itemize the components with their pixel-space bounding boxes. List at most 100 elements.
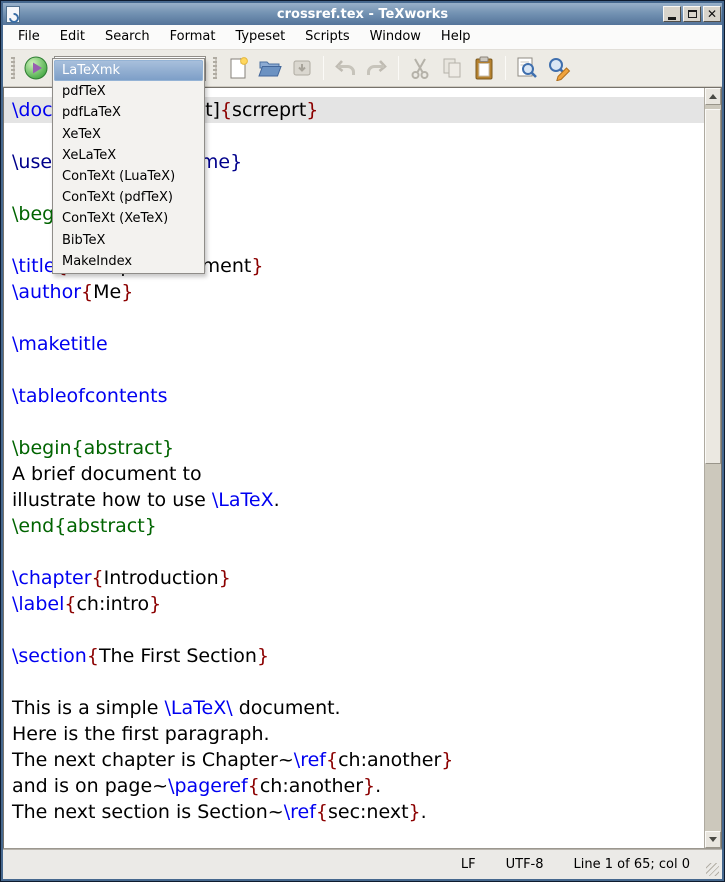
cursor-position-indicator: Line 1 of 65; col 0	[574, 857, 690, 872]
search-icon	[514, 55, 540, 81]
undo-button	[329, 53, 361, 83]
typeset-run-button[interactable]	[20, 53, 52, 83]
engine-option-pdflatex[interactable]: pdfLaTeX	[54, 102, 203, 123]
editor-line: \maketitle	[4, 331, 704, 357]
code-segment: {	[326, 749, 338, 771]
window-title: crossref.tex - TeXworks	[3, 7, 722, 22]
editor-line	[4, 539, 704, 565]
editor-line: A brief document to	[4, 461, 704, 487]
engine-option-xelatex[interactable]: XeLaTeX	[54, 145, 203, 166]
code-segment: }	[149, 593, 161, 615]
menu-item-scripts[interactable]: Scripts	[295, 26, 359, 48]
engine-option-context-xetex[interactable]: ConTeXt (XeTeX)	[54, 208, 203, 229]
menu-item-window[interactable]: Window	[360, 26, 431, 48]
code-segment: scrreprt	[232, 99, 306, 121]
code-segment: \tableofcontents	[12, 385, 167, 407]
code-segment: }	[363, 775, 375, 797]
engine-option-context-pdftex[interactable]: ConTeXt (pdfTeX)	[54, 187, 203, 208]
scroll-down-button[interactable]	[705, 831, 721, 848]
code-segment: ch:another	[260, 775, 363, 797]
editor-line	[4, 617, 704, 643]
titlebar[interactable]: crossref.tex - TeXworks ✕	[3, 3, 722, 25]
code-segment: Introduction	[104, 567, 219, 589]
menu-item-edit[interactable]: Edit	[50, 26, 95, 48]
toolbar-grip[interactable]	[213, 57, 217, 79]
engine-option-makeindex[interactable]: MakeIndex	[54, 251, 203, 272]
editor-line: \end{abstract}	[4, 513, 704, 539]
editor-line: and is on page~\pageref{ch:another}.	[4, 773, 704, 799]
menu-item-format[interactable]: Format	[160, 26, 226, 48]
code-segment: }	[257, 645, 269, 667]
play-icon	[23, 55, 49, 81]
arrow-up-icon	[709, 94, 717, 99]
undo-icon	[332, 56, 358, 80]
menu-item-file[interactable]: File	[8, 26, 50, 48]
menu-item-search[interactable]: Search	[95, 26, 160, 48]
code-segment: .	[375, 775, 381, 797]
code-segment: The First Section	[99, 645, 257, 667]
code-segment: \begin{abstract}	[12, 437, 174, 459]
paste-button[interactable]	[468, 53, 500, 83]
new-file-button[interactable]	[222, 53, 254, 83]
scroll-up-button[interactable]	[705, 88, 721, 105]
editor-line	[4, 669, 704, 695]
code-segment: The next section is Section~	[12, 801, 284, 823]
menubar: FileEditSearchFormatTypesetScriptsWindow…	[3, 25, 722, 50]
engine-option-pdftex[interactable]: pdfTeX	[54, 81, 203, 102]
editor-line	[4, 305, 704, 331]
close-icon: ✕	[707, 8, 717, 20]
engine-dropdown-list: LaTeXmkpdfTeXpdfLaTeXXeTeXXeLaTeXConTeXt…	[52, 58, 205, 274]
clipboard-icon	[472, 55, 496, 81]
statusbar: LF UTF-8 Line 1 of 65; col 0	[3, 849, 722, 879]
save-button	[286, 53, 318, 83]
open-file-button[interactable]	[254, 53, 286, 83]
new-file-icon	[226, 56, 250, 80]
vertical-scrollbar[interactable]	[704, 88, 721, 848]
code-segment: Here is the first paragraph.	[12, 723, 270, 745]
toolbar-grip[interactable]	[11, 57, 15, 79]
arrow-down-icon	[709, 837, 717, 842]
replace-button[interactable]	[543, 53, 575, 83]
code-segment: \pageref	[168, 775, 248, 797]
minimize-button[interactable]	[663, 6, 681, 22]
code-segment: \author	[12, 281, 81, 303]
minimize-icon	[668, 17, 676, 20]
engine-option-xetex[interactable]: XeTeX	[54, 124, 203, 145]
maximize-icon	[688, 10, 697, 18]
code-segment: {	[87, 645, 99, 667]
open-folder-icon	[257, 56, 283, 80]
code-segment: \section	[12, 645, 87, 667]
editor-line	[4, 409, 704, 435]
toolbar-separator	[505, 56, 506, 80]
code-segment: {	[220, 99, 232, 121]
engine-option-context-luatex[interactable]: ConTeXt (LuaTeX)	[54, 166, 203, 187]
encoding-indicator: UTF-8	[506, 857, 544, 872]
engine-option-latexmk[interactable]: LaTeXmk	[54, 60, 203, 81]
find-button[interactable]	[511, 53, 543, 83]
code-segment: {	[316, 801, 328, 823]
code-segment: A brief document to	[12, 463, 202, 485]
code-segment: }	[409, 801, 421, 823]
editor-line: \begin{abstract}	[4, 435, 704, 461]
code-segment: }	[219, 567, 231, 589]
code-segment: \title	[12, 255, 56, 277]
editor-line: Here is the first paragraph.	[4, 721, 704, 747]
code-segment: \LaTeX	[212, 489, 274, 511]
copy-icon	[440, 56, 464, 80]
redo-icon	[364, 56, 390, 80]
code-segment: }	[251, 255, 263, 277]
code-segment: and is on page~	[12, 775, 168, 797]
editor-line: The next section is Section~\ref{sec:nex…	[4, 799, 704, 825]
code-segment: \maketitle	[12, 333, 108, 355]
maximize-button[interactable]	[683, 6, 701, 22]
resize-grip[interactable]	[706, 863, 719, 876]
close-button[interactable]: ✕	[703, 6, 721, 22]
save-icon	[290, 56, 314, 80]
engine-option-bibtex[interactable]: BibTeX	[54, 230, 203, 251]
editor-line: \author{Me}	[4, 279, 704, 305]
menu-item-typeset[interactable]: Typeset	[225, 26, 295, 48]
code-segment: \end{abstract}	[12, 515, 157, 537]
code-segment: illustrate how to use	[12, 489, 212, 511]
menu-item-help[interactable]: Help	[431, 26, 481, 48]
scrollbar-thumb[interactable]	[705, 109, 721, 464]
